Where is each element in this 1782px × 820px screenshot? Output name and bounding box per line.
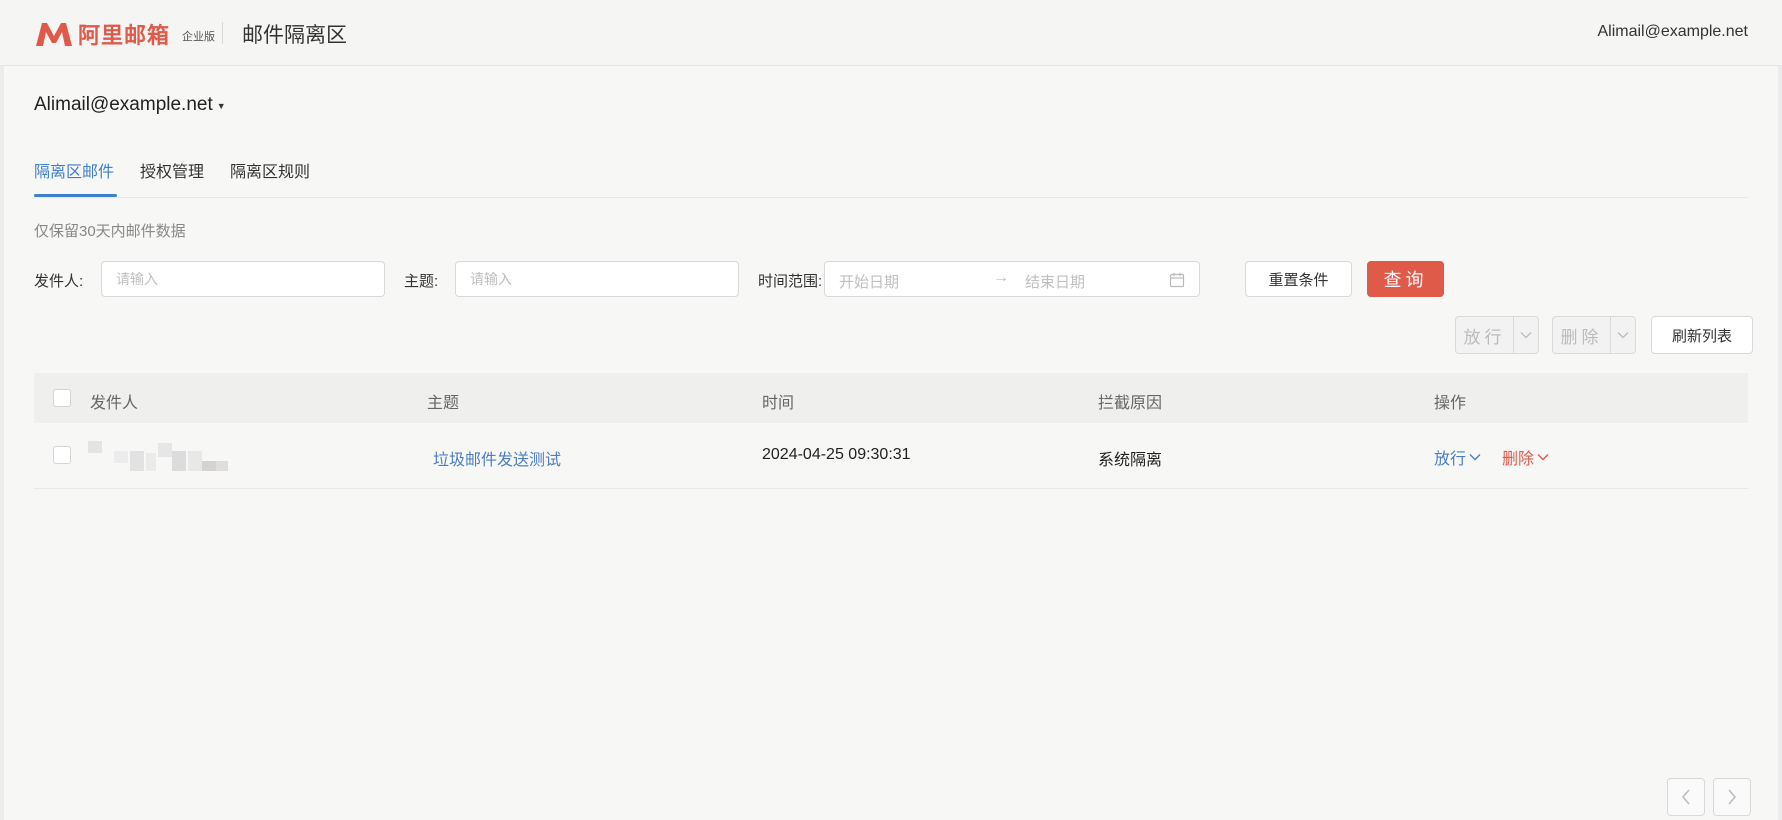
delete-dropdown[interactable] bbox=[1610, 316, 1636, 354]
time-range-label: 时间范围: bbox=[758, 273, 823, 290]
tab-quarantine-rules[interactable]: 隔离区规则 bbox=[230, 158, 310, 182]
refresh-list-button[interactable]: 刷新列表 bbox=[1651, 316, 1753, 354]
prev-page-button[interactable] bbox=[1667, 778, 1705, 816]
mail-time: 2024-04-25 09:30:31 bbox=[762, 446, 911, 463]
tab-authorization[interactable]: 授权管理 bbox=[140, 158, 204, 182]
retention-note: 仅保留30天内邮件数据 bbox=[34, 223, 186, 240]
intercept-reason: 系统隔离 bbox=[1098, 452, 1163, 469]
chevron-right-icon bbox=[1728, 789, 1736, 805]
page-title: 邮件隔离区 bbox=[242, 24, 347, 47]
start-date-field[interactable]: 开始日期 bbox=[839, 271, 899, 292]
table-header: 发件人 主题 时间 拦截原因 操作 bbox=[34, 373, 1748, 423]
release-split-button[interactable]: 放行 bbox=[1455, 316, 1539, 354]
end-date-field[interactable]: 结束日期 bbox=[1025, 271, 1085, 292]
sender-redacted bbox=[88, 441, 228, 471]
column-reason: 拦截原因 bbox=[1098, 395, 1163, 412]
chevron-down-icon bbox=[1617, 332, 1629, 339]
account-selector[interactable]: Alimail@example.net ▼ bbox=[34, 94, 226, 116]
date-range-picker[interactable]: 开始日期 → 结束日期 bbox=[824, 261, 1200, 297]
edition-label: 企业版 bbox=[182, 31, 216, 43]
header-user-account[interactable]: Alimail@example.net bbox=[1597, 23, 1748, 41]
release-dropdown[interactable] bbox=[1513, 316, 1539, 354]
header-divider bbox=[222, 22, 223, 44]
table-row: 垃圾邮件发送测试 2024-04-25 09:30:31 系统隔离 放行 删除 bbox=[34, 423, 1748, 489]
active-tab-indicator bbox=[34, 194, 117, 197]
delete-split-button[interactable]: 删除 bbox=[1552, 316, 1636, 354]
column-subject: 主题 bbox=[427, 395, 460, 412]
delete-button[interactable]: 删除 bbox=[1552, 316, 1610, 354]
chevron-down-icon bbox=[1537, 454, 1549, 461]
sender-filter-label: 发件人: bbox=[34, 273, 84, 290]
mail-subject-link[interactable]: 垃圾邮件发送测试 bbox=[433, 446, 561, 470]
calendar-icon bbox=[1169, 273, 1185, 288]
reset-conditions-button[interactable]: 重置条件 bbox=[1245, 261, 1352, 297]
column-actions: 操作 bbox=[1434, 395, 1467, 412]
column-sender: 发件人 bbox=[90, 395, 139, 412]
next-page-button[interactable] bbox=[1713, 778, 1751, 816]
tab-quarantine-mail[interactable]: 隔离区邮件 bbox=[34, 158, 114, 182]
release-button[interactable]: 放行 bbox=[1455, 316, 1513, 354]
subject-filter-label: 主题: bbox=[404, 273, 439, 290]
alimail-logo[interactable]: 阿里邮箱 企业版 bbox=[34, 18, 215, 50]
row-delete-action[interactable]: 删除 bbox=[1502, 445, 1549, 469]
row-release-label: 放行 bbox=[1434, 451, 1467, 468]
tab-bar: 隔离区邮件 授权管理 隔离区规则 bbox=[34, 158, 1748, 198]
caret-down-icon: ▼ bbox=[216, 101, 226, 111]
top-bar: 阿里邮箱 企业版 邮件隔离区 Alimail@example.net bbox=[0, 0, 1782, 66]
row-checkbox[interactable] bbox=[53, 446, 71, 464]
row-release-action[interactable]: 放行 bbox=[1434, 445, 1481, 469]
sender-input[interactable] bbox=[101, 261, 385, 297]
subject-input[interactable] bbox=[455, 261, 739, 297]
column-time: 时间 bbox=[762, 395, 795, 412]
chevron-left-icon bbox=[1682, 789, 1690, 805]
mail-logo-icon bbox=[36, 23, 72, 46]
chevron-down-icon bbox=[1469, 454, 1481, 461]
logo-text: 阿里邮箱 bbox=[78, 23, 171, 48]
chevron-down-icon bbox=[1520, 332, 1532, 339]
frame-left-edge bbox=[0, 66, 4, 820]
query-button[interactable]: 查询 bbox=[1367, 261, 1444, 297]
select-all-checkbox[interactable] bbox=[53, 389, 71, 407]
row-delete-label: 删除 bbox=[1502, 451, 1535, 468]
arrow-right-icon: → bbox=[993, 269, 1009, 286]
account-name: Alimail@example.net bbox=[34, 94, 213, 115]
frame-right-edge bbox=[1778, 66, 1782, 820]
